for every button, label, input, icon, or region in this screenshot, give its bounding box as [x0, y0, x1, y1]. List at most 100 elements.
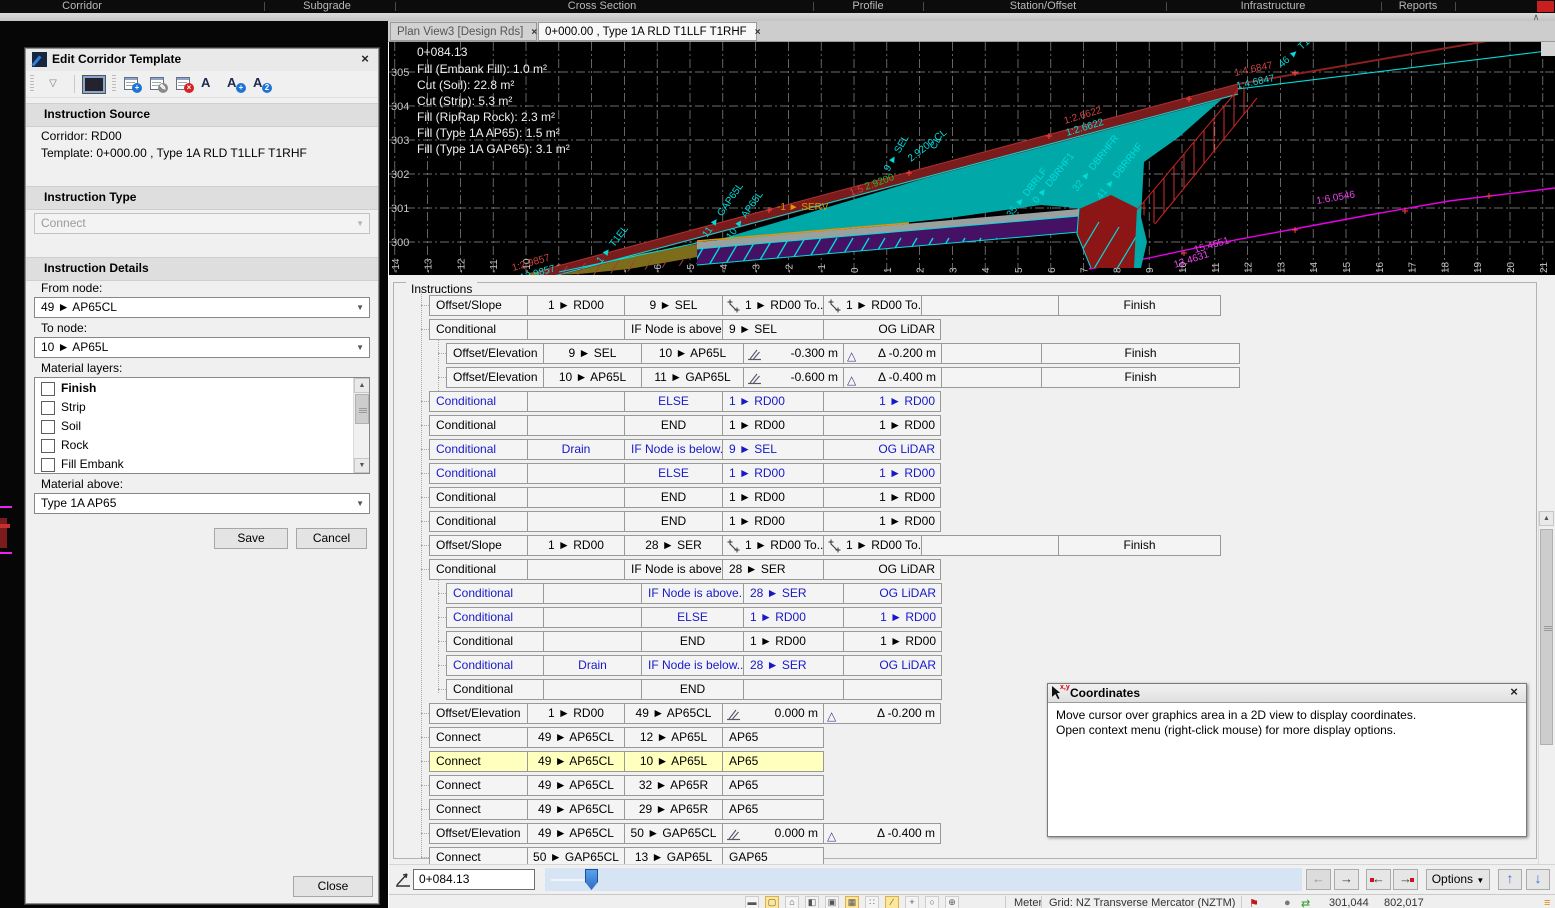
instruction-cell[interactable]	[543, 583, 642, 604]
status-icon[interactable]: ▬	[745, 896, 759, 908]
next-key-station-button[interactable]: →	[1393, 869, 1418, 890]
instruction-cell[interactable]: △ Δ -0.400 m	[823, 823, 941, 844]
instruction-cell[interactable]: END	[624, 415, 723, 436]
instruction-cell[interactable]: OG LiDAR	[823, 319, 941, 340]
instruction-cell[interactable]: Offset/Elevation	[429, 703, 528, 724]
instruction-cell[interactable]: Finish	[1041, 367, 1240, 388]
instruction-cell[interactable]: 1 ► RD00	[722, 487, 824, 508]
scrollbar-thumb[interactable]	[1540, 529, 1553, 745]
instruction-cell[interactable]: △ Δ -0.200 m	[843, 343, 942, 364]
instruction-cell[interactable]: 0.000 m	[722, 703, 824, 724]
checkbox-icon[interactable]	[41, 439, 55, 453]
instruction-cell[interactable]	[527, 487, 625, 508]
instruction-cell[interactable]: Offset/Elevation	[429, 823, 528, 844]
instruction-cell[interactable]: GAP65	[722, 847, 824, 864]
status-icon[interactable]: ⌂	[785, 896, 799, 908]
material-layer-item[interactable]: Fill Embank	[35, 455, 351, 473]
instruction-cell[interactable]: ELSE	[624, 391, 723, 412]
instruction-cell[interactable]: OG LiDAR	[843, 655, 942, 676]
instruction-cell[interactable]: 9 ► SEL	[722, 439, 824, 460]
instruction-cell[interactable]: 1 ► RD00 To...	[722, 295, 824, 316]
status-icon[interactable]: ⇄	[1301, 897, 1310, 908]
coordinates-titlebar[interactable]: x,y Coordinates ×	[1048, 684, 1526, 703]
cross-section-view[interactable]: -14-13-12-11-10-9-8-7-6-5-4-3-2-10123456…	[389, 42, 1555, 275]
close-button[interactable]: Close	[293, 876, 373, 897]
instruction-cell[interactable]: AP65	[722, 799, 824, 820]
instruction-cell[interactable]: Conditional	[446, 655, 544, 676]
instruction-cell[interactable]: Conditional	[429, 487, 528, 508]
status-icon[interactable]: ∕	[885, 896, 899, 908]
instruction-cell[interactable]: Finish	[1041, 343, 1240, 364]
instruction-cell[interactable]	[543, 607, 642, 628]
instruction-cell[interactable]: END	[641, 679, 744, 700]
material-layer-item[interactable]: Rock	[35, 436, 351, 455]
select-view-icon[interactable]	[82, 75, 106, 94]
instruction-cell[interactable]	[921, 535, 1059, 556]
instruction-cell[interactable]: Conditional	[446, 679, 544, 700]
instruction-cell[interactable]: Conditional	[429, 559, 528, 580]
instruction-cell[interactable]	[743, 679, 844, 700]
instruction-cell[interactable]	[543, 631, 642, 652]
material-layer-item[interactable]: Soil	[35, 417, 351, 436]
status-icon[interactable]: ⊕	[945, 896, 959, 908]
delete-instruction-icon[interactable]: ×	[174, 74, 194, 93]
instruction-cell[interactable]: 9 ► SEL	[543, 343, 642, 364]
instruction-cell[interactable]: Conditional	[429, 439, 528, 460]
menu-item-station-offset[interactable]: Station/Offset	[1010, 0, 1076, 13]
status-icon[interactable]: +	[905, 896, 919, 908]
instruction-cell[interactable]: Offset/Slope	[429, 295, 528, 316]
instruction-cell[interactable]: Conditional	[446, 607, 544, 628]
instruction-cell[interactable]: 1 ► RD00	[743, 607, 844, 628]
instruction-cell[interactable]: 1 ► RD00	[843, 607, 942, 628]
instructions-scrollbar[interactable]: ▲ ▼	[1538, 511, 1554, 864]
instruction-cell[interactable]: Conditional	[446, 583, 544, 604]
to-node-select[interactable]: 10 ► AP65L ▼	[34, 337, 370, 358]
status-icon[interactable]: ○	[925, 896, 939, 908]
instruction-cell[interactable]: 1 ► RD00	[722, 463, 824, 484]
instruction-cell[interactable]: END	[641, 631, 744, 652]
instruction-cell[interactable]: 1 ► RD00	[743, 631, 844, 652]
status-icon[interactable]: ∷	[865, 896, 879, 908]
status-icon[interactable]: ●	[1284, 897, 1291, 908]
instruction-cell[interactable]: OG LiDAR	[823, 439, 941, 460]
instruction-cell[interactable]	[527, 511, 625, 532]
instruction-cell[interactable]: Conditional	[429, 463, 528, 484]
menu-item-subgrade[interactable]: Subgrade	[303, 0, 351, 13]
instruction-cell[interactable]: Connect	[429, 727, 528, 748]
instruction-cell[interactable]: IF Node is below...	[624, 439, 723, 460]
instruction-cell[interactable]: Offset/Slope	[429, 535, 528, 556]
close-tab-icon[interactable]: ×	[531, 23, 537, 42]
instruction-cell[interactable]: 32 ► AP65R	[624, 775, 723, 796]
dialog-titlebar[interactable]: Edit Corridor Template ×	[26, 49, 378, 72]
instruction-cell[interactable]: 10 ► AP65L	[641, 343, 744, 364]
instruction-cell[interactable]: AP65	[722, 775, 824, 796]
move-up-button[interactable]: ↑	[1498, 869, 1522, 890]
instruction-cell[interactable]: 49 ► AP65CL	[527, 727, 625, 748]
edit-instruction-icon[interactable]: ✎	[148, 74, 168, 93]
instruction-cell[interactable]: Conditional	[429, 511, 528, 532]
instruction-cell[interactable]: 1 ► RD00	[823, 415, 941, 436]
instruction-cell[interactable]: 1 ► RD00 To...	[823, 295, 922, 316]
instruction-cell[interactable]: 1 ► RD00	[722, 415, 824, 436]
cancel-button[interactable]: Cancel	[296, 528, 367, 549]
instruction-cell[interactable]: -0.300 m	[743, 343, 844, 364]
menu-item-infrastructure[interactable]: Infrastructure	[1241, 0, 1306, 13]
instruction-cell[interactable]: 28 ► SER	[743, 655, 844, 676]
checkbox-icon[interactable]	[41, 382, 55, 396]
close-icon[interactable]: ×	[357, 52, 373, 68]
instruction-cell[interactable]: AP65	[722, 727, 824, 748]
status-icon[interactable]: ▢	[765, 896, 779, 908]
instruction-cell[interactable]: 50 ► GAP65CL	[527, 847, 625, 864]
instruction-cell[interactable]: 1 ► RD00	[843, 631, 942, 652]
view-tab-1[interactable]: Plan View3 [Design Rds] ×	[390, 22, 537, 41]
next-station-button[interactable]: →	[1334, 869, 1359, 890]
instruction-cell[interactable]: Connect	[429, 751, 528, 772]
label-two-icon[interactable]: A2	[252, 74, 272, 93]
instruction-cell[interactable]: Connect	[429, 847, 528, 864]
instruction-cell[interactable]: END	[624, 487, 723, 508]
instruction-cell[interactable]: 49 ► AP65CL	[527, 775, 625, 796]
status-icon[interactable]: ◧	[805, 896, 819, 908]
instruction-cell[interactable]: 28 ► SER	[722, 559, 824, 580]
instruction-cell[interactable]: 1 ► RD00	[823, 463, 941, 484]
instruction-cell[interactable]: IF Node is above...	[624, 319, 723, 340]
